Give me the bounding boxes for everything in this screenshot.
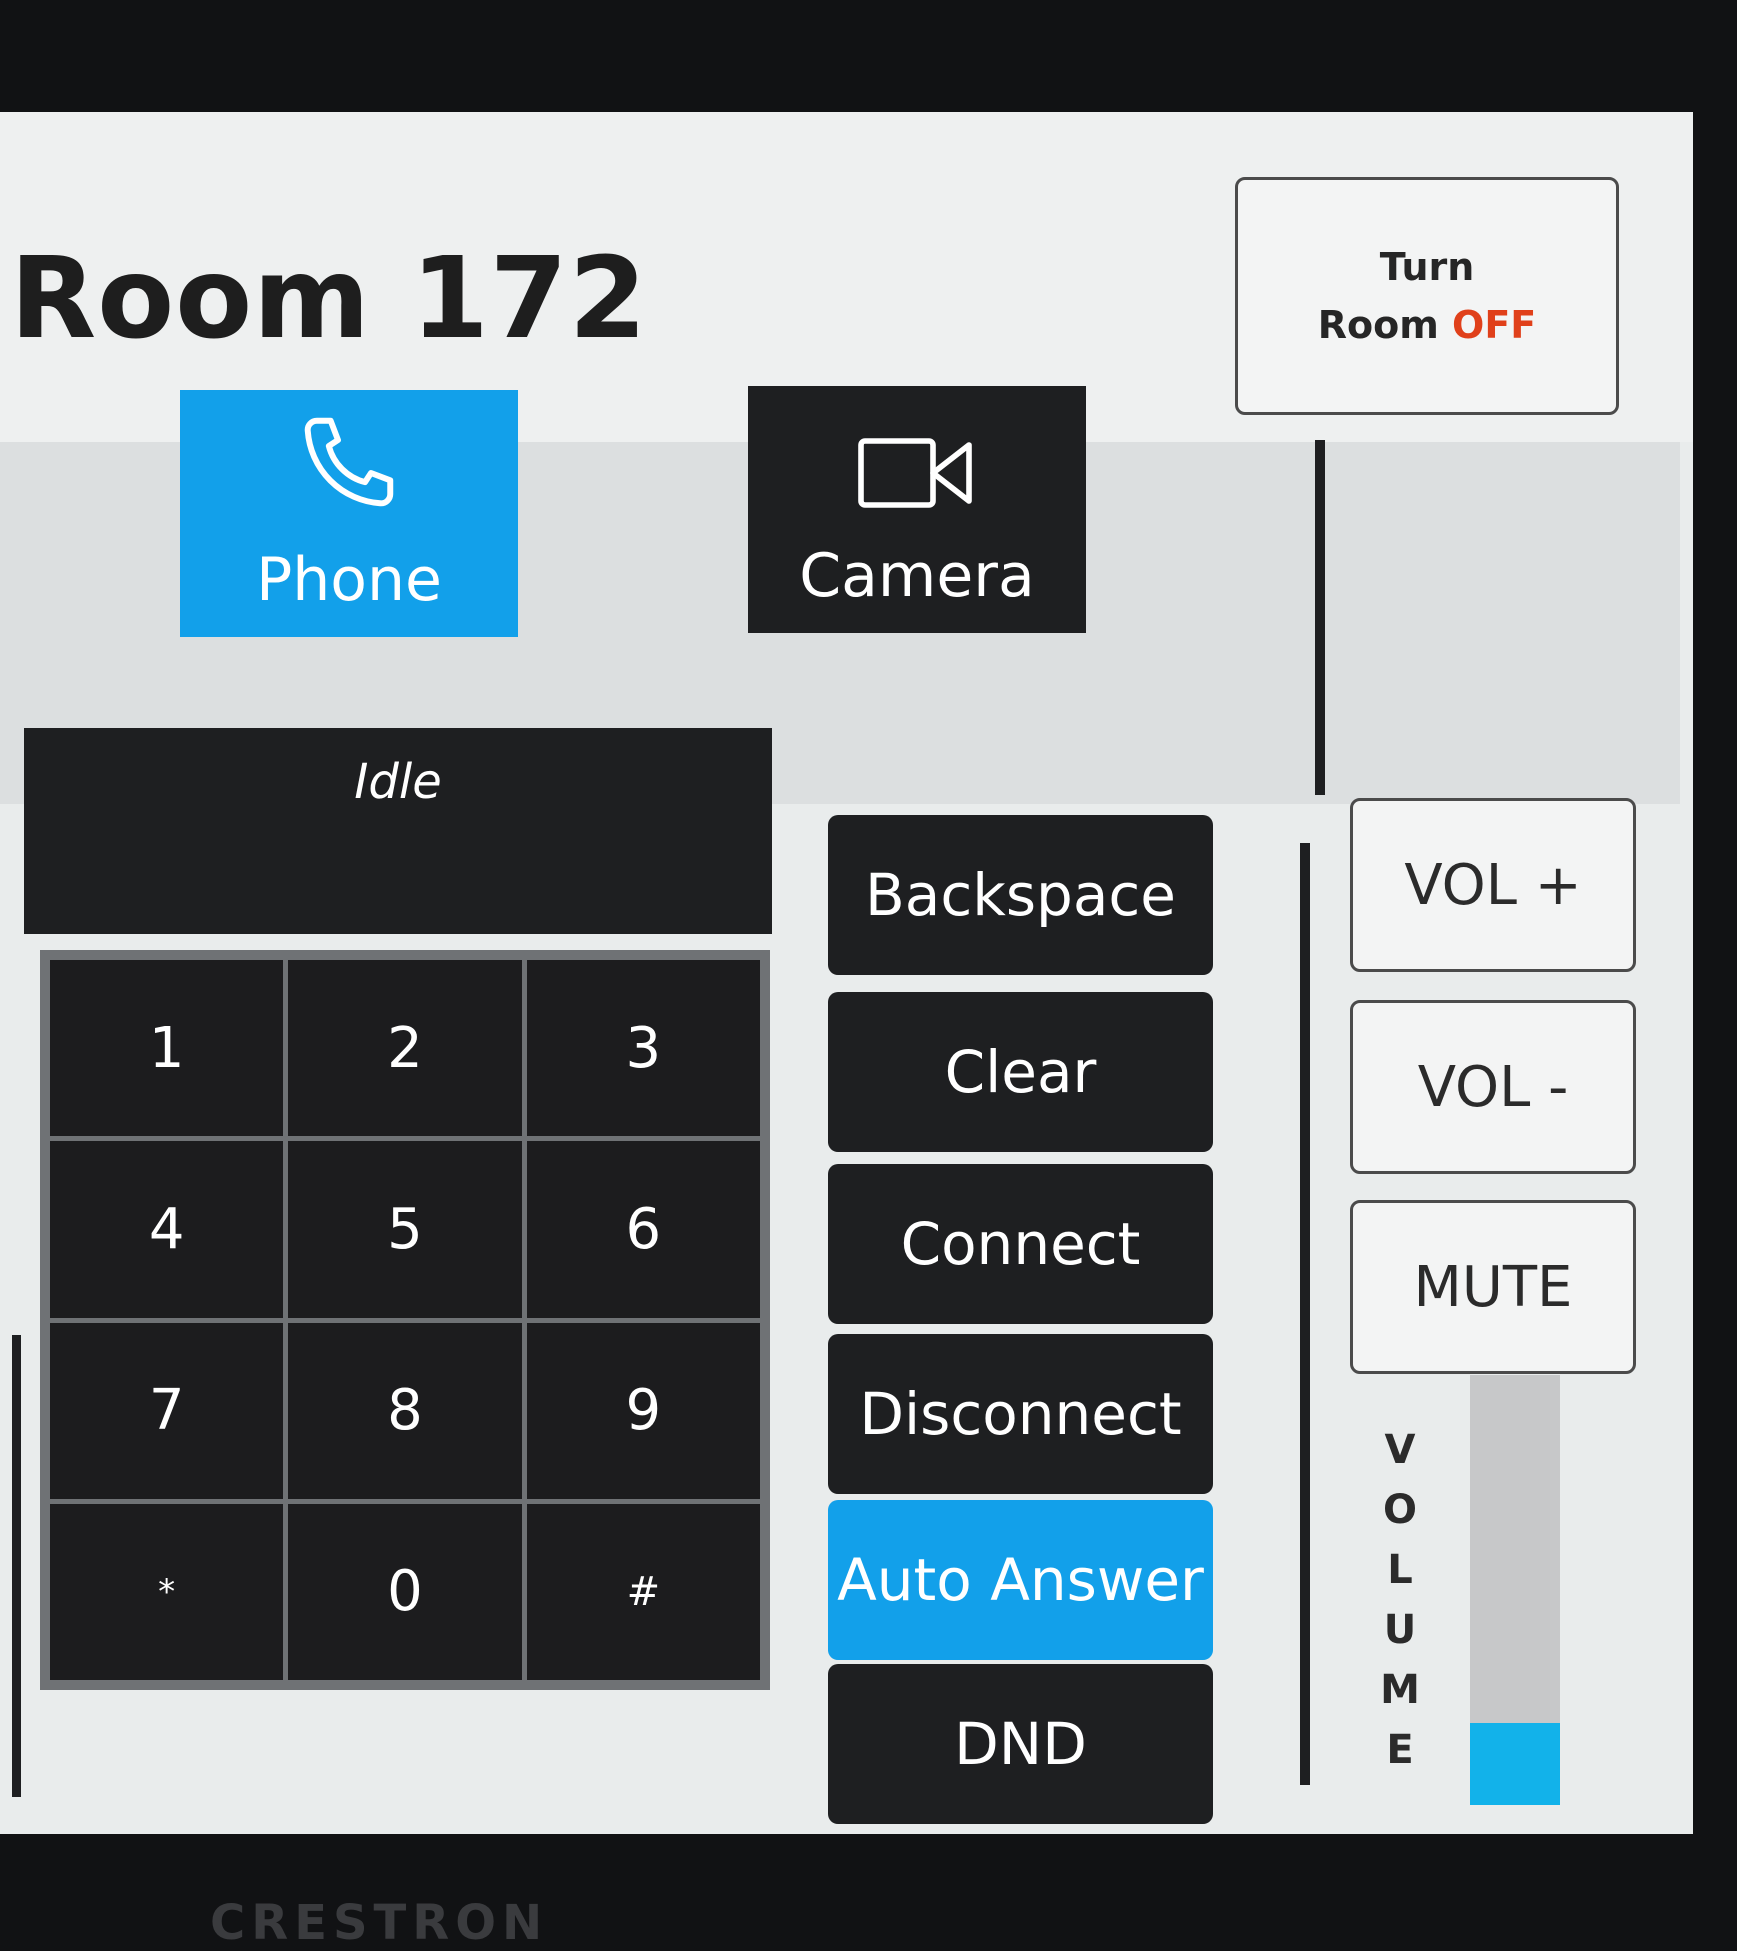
volume-meter-fill <box>1470 1723 1560 1805</box>
key-3[interactable]: 3 <box>526 960 760 1137</box>
dnd-button[interactable]: DND <box>828 1664 1213 1824</box>
controls-divider <box>1300 843 1310 1785</box>
vol-down-button[interactable]: VOL - <box>1350 1000 1636 1174</box>
key-star[interactable]: * <box>50 1503 284 1680</box>
tabs-divider <box>1315 440 1325 795</box>
clear-button[interactable]: Clear <box>828 992 1213 1152</box>
auto-answer-button[interactable]: Auto Answer <box>828 1500 1213 1660</box>
volume-letter: L <box>1387 1547 1413 1593</box>
key-9[interactable]: 9 <box>526 1322 760 1499</box>
mute-button[interactable]: MUTE <box>1350 1200 1636 1374</box>
call-status-text: Idle <box>354 754 442 810</box>
turn-room-off-button[interactable]: Turn Room OFF <box>1235 177 1619 415</box>
volume-letter: E <box>1386 1727 1414 1773</box>
phone-icon <box>304 417 394 507</box>
power-room-word: Room <box>1317 303 1439 347</box>
volume-label: V O L U M E <box>1378 1420 1422 1780</box>
tab-phone-label: Phone <box>256 545 442 615</box>
key-7[interactable]: 7 <box>50 1322 284 1499</box>
key-8[interactable]: 8 <box>288 1322 522 1499</box>
backspace-button[interactable]: Backspace <box>828 815 1213 975</box>
volume-letter: V <box>1384 1427 1416 1473</box>
key-1[interactable]: 1 <box>50 960 284 1137</box>
camera-icon <box>858 438 972 508</box>
connect-button[interactable]: Connect <box>828 1164 1213 1324</box>
disconnect-button[interactable]: Disconnect <box>828 1334 1213 1494</box>
tab-camera[interactable]: Camera <box>748 386 1086 633</box>
power-line-2: Room OFF <box>1318 296 1537 354</box>
vol-up-button[interactable]: VOL + <box>1350 798 1636 972</box>
power-line-1: Turn <box>1379 245 1475 289</box>
dial-keypad: 1 2 3 4 5 6 7 8 9 * 0 # <box>40 950 770 1690</box>
crestron-logo: CRESTRON <box>210 1895 549 1951</box>
key-4[interactable]: 4 <box>50 1141 284 1318</box>
left-edge-divider <box>12 1335 21 1797</box>
tab-phone[interactable]: Phone <box>180 390 518 637</box>
volume-letter: U <box>1383 1607 1417 1653</box>
key-5[interactable]: 5 <box>288 1141 522 1318</box>
volume-meter <box>1470 1375 1560 1805</box>
tab-camera-label: Camera <box>799 541 1035 611</box>
key-0[interactable]: 0 <box>288 1503 522 1680</box>
volume-letter: O <box>1382 1487 1417 1533</box>
call-status-display: Idle <box>24 728 772 934</box>
room-title: Room 172 <box>10 234 648 364</box>
key-hash[interactable]: # <box>526 1503 760 1680</box>
volume-letter: M <box>1380 1667 1420 1713</box>
key-2[interactable]: 2 <box>288 960 522 1137</box>
power-off-word: OFF <box>1452 303 1537 347</box>
key-6[interactable]: 6 <box>526 1141 760 1318</box>
